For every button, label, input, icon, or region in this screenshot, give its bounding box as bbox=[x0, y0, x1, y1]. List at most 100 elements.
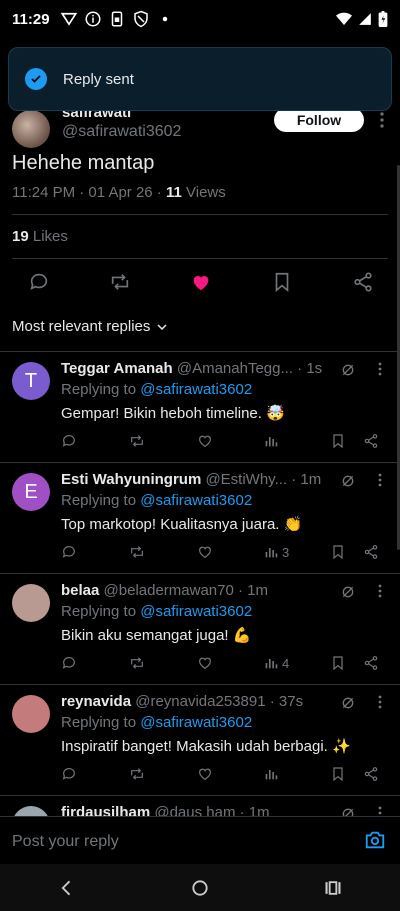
reply-item[interactable]: reynavida @reynavida253891 · 37s Replying… bbox=[0, 684, 400, 795]
likes-stat[interactable]: 19 Likes bbox=[12, 228, 68, 245]
reply-author-handle[interactable]: @beladermawan70 bbox=[104, 582, 234, 599]
replies-sort-dropdown[interactable]: Most relevant replies bbox=[12, 318, 168, 335]
reply-author-handle[interactable]: @AmanahTegg... bbox=[177, 360, 293, 377]
reply-author-name[interactable]: reynavida bbox=[61, 693, 131, 710]
share-icon bbox=[364, 545, 378, 559]
repost-icon[interactable] bbox=[109, 271, 131, 293]
like-icon[interactable] bbox=[190, 271, 212, 293]
repost-action[interactable] bbox=[129, 432, 145, 450]
divider bbox=[12, 214, 388, 215]
avatar[interactable]: E bbox=[12, 473, 50, 511]
reply-author-name[interactable]: Esti Wahyuningrum bbox=[61, 471, 201, 488]
post-text: Hehehe mantap bbox=[12, 152, 155, 174]
reply-author-handle[interactable]: @reynavida253891 bbox=[135, 693, 265, 710]
repost-action[interactable] bbox=[129, 543, 145, 561]
reply-author-name[interactable]: Teggar Amanah bbox=[61, 360, 173, 377]
recents-icon[interactable] bbox=[323, 878, 343, 898]
repost-icon bbox=[131, 435, 143, 447]
share-action[interactable] bbox=[363, 654, 379, 672]
grok-icon[interactable] bbox=[340, 473, 356, 489]
like-action[interactable] bbox=[197, 654, 213, 672]
views-action[interactable]: 3 bbox=[263, 543, 289, 561]
like-action[interactable] bbox=[197, 432, 213, 450]
divider bbox=[12, 258, 388, 259]
author-handle[interactable]: @safirawati3602 bbox=[62, 123, 181, 141]
reply-author-name[interactable]: belaa bbox=[61, 582, 99, 599]
avatar[interactable]: T bbox=[12, 362, 50, 400]
share-action[interactable] bbox=[363, 432, 379, 450]
author-avatar[interactable] bbox=[12, 110, 50, 148]
share-action[interactable] bbox=[363, 765, 379, 783]
bookmark-icon bbox=[333, 767, 343, 782]
more-options-icon[interactable] bbox=[380, 112, 384, 128]
share-action[interactable] bbox=[363, 543, 379, 561]
repost-action[interactable] bbox=[129, 765, 145, 783]
more-options-icon[interactable] bbox=[378, 584, 382, 598]
grok-icon[interactable] bbox=[340, 584, 356, 600]
reply-author-handle[interactable]: @EstiWhy... bbox=[205, 471, 287, 488]
views-icon bbox=[265, 548, 278, 558]
reply-composer[interactable]: Post your reply bbox=[0, 816, 400, 864]
back-icon[interactable] bbox=[57, 878, 77, 898]
reply-input[interactable]: Post your reply bbox=[12, 833, 119, 851]
replying-to-handle[interactable]: @safirawati3602 bbox=[140, 603, 252, 620]
reply-action[interactable] bbox=[61, 432, 77, 450]
views-action[interactable] bbox=[263, 765, 282, 783]
views-action[interactable] bbox=[263, 432, 282, 450]
sort-label: Most relevant replies bbox=[12, 318, 151, 335]
reply-item[interactable]: E Esti Wahyuningrum @EstiWhy... · 1m Reply… bbox=[0, 462, 400, 573]
reply-icon bbox=[62, 657, 75, 669]
follow-button[interactable]: Follow bbox=[274, 108, 364, 132]
vpn-icon bbox=[60, 12, 77, 26]
reply-item[interactable]: T Teggar Amanah @AmanahTegg... · 1s Replyi… bbox=[0, 351, 400, 462]
share-icon bbox=[364, 656, 378, 670]
replying-to-handle[interactable]: @safirawati3602 bbox=[140, 381, 252, 398]
replying-to: Replying to @safirawati3602 bbox=[61, 381, 252, 398]
more-options-icon[interactable] bbox=[378, 473, 382, 487]
grok-icon[interactable] bbox=[340, 695, 356, 711]
share-icon[interactable] bbox=[352, 271, 374, 293]
reply-action[interactable] bbox=[61, 654, 77, 672]
replying-to: Replying to @safirawati3602 bbox=[61, 714, 252, 731]
grok-icon[interactable] bbox=[340, 362, 356, 378]
reply-action[interactable] bbox=[61, 765, 77, 783]
bookmark-icon bbox=[333, 656, 343, 671]
reply-icon[interactable] bbox=[28, 271, 50, 293]
bookmark-icon[interactable] bbox=[271, 271, 293, 293]
views-count: 3 bbox=[282, 544, 290, 560]
views-count: 11 bbox=[165, 184, 182, 201]
replying-to-handle[interactable]: @safirawati3602 bbox=[140, 492, 252, 509]
replying-to: Replying to @safirawati3602 bbox=[61, 492, 252, 509]
replying-to-handle[interactable]: @safirawati3602 bbox=[140, 714, 252, 731]
reply-time: · 1s bbox=[297, 360, 323, 377]
bookmark-action[interactable] bbox=[330, 432, 346, 450]
reply-action[interactable] bbox=[61, 543, 77, 561]
home-icon[interactable] bbox=[190, 878, 210, 898]
reply-icon bbox=[62, 768, 75, 780]
avatar[interactable] bbox=[12, 584, 50, 622]
bookmark-action[interactable] bbox=[330, 654, 346, 672]
reply-icon bbox=[62, 435, 75, 447]
reply-actions: 3 bbox=[61, 543, 387, 561]
dot-icon bbox=[162, 16, 167, 22]
repost-action[interactable] bbox=[129, 654, 145, 672]
check-circle-icon bbox=[25, 68, 47, 90]
more-options-icon[interactable] bbox=[378, 695, 382, 709]
post-meta: 11:24 PM · 01 Apr 26 · 11 Views bbox=[12, 184, 226, 201]
bookmark-action[interactable] bbox=[330, 765, 346, 783]
reply-item[interactable]: belaa @beladermawan70 · 1m Replying to @s… bbox=[0, 573, 400, 684]
like-icon bbox=[199, 546, 211, 559]
camera-icon[interactable] bbox=[364, 829, 386, 851]
reply-actions bbox=[61, 432, 387, 450]
share-icon bbox=[364, 434, 378, 448]
reply-time: · 1m bbox=[238, 582, 269, 599]
like-action[interactable] bbox=[197, 543, 213, 561]
shield-icon bbox=[133, 10, 148, 28]
avatar[interactable] bbox=[12, 695, 50, 733]
status-bar: 11:29 bbox=[0, 0, 400, 38]
reply-header: Teggar Amanah @AmanahTegg... · 1s bbox=[61, 360, 331, 377]
like-action[interactable] bbox=[197, 765, 213, 783]
more-options-icon[interactable] bbox=[378, 362, 382, 376]
views-action[interactable]: 4 bbox=[263, 654, 289, 672]
bookmark-action[interactable] bbox=[330, 543, 346, 561]
